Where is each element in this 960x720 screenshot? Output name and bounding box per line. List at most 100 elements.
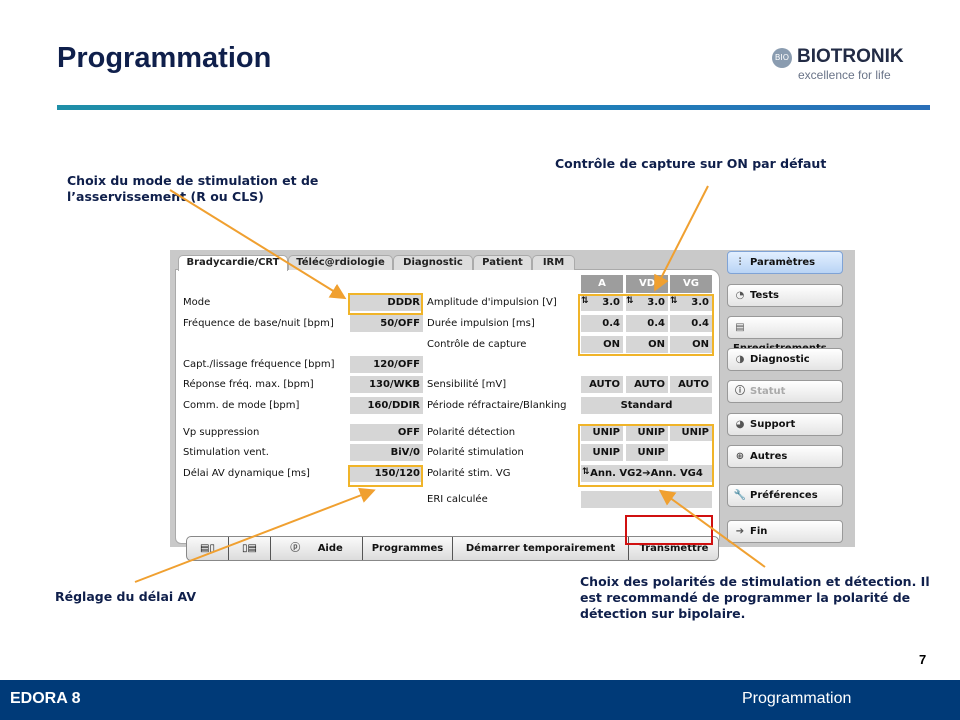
param-value[interactable]: 50/OFF: [350, 315, 423, 332]
annotation-av-delay: Réglage du délai AV: [55, 589, 197, 604]
param-value-a[interactable]: UNIP: [581, 444, 623, 461]
param-label: Polarité détection: [427, 427, 516, 438]
param-label: ERI calculée: [427, 494, 488, 505]
param-value-vd[interactable]: ON: [626, 336, 668, 353]
param-label: Stimulation vent.: [183, 447, 269, 458]
tab-bradycardiecrt[interactable]: Bradycardie/CRT: [178, 255, 288, 271]
nav-tests[interactable]: ◔ Tests: [727, 284, 843, 307]
page-number: 7: [919, 652, 927, 667]
help-button[interactable]: ⓟ Aide: [271, 537, 363, 560]
param-label: Fréquence de base/nuit [bpm]: [183, 318, 334, 329]
annotation-polarity: Choix des polarités de stimulation et dé…: [580, 574, 930, 621]
param-value-a[interactable]: 0.4: [581, 315, 623, 332]
stepper-icon[interactable]: ⇅: [670, 296, 678, 306]
sliders-icon: ⫶: [738, 257, 742, 268]
nav-enregistrements[interactable]: ▤Enregistrements: [727, 316, 843, 354]
param-value-vg[interactable]: AUTO: [670, 376, 712, 393]
param-value-vd[interactable]: UNIP: [626, 424, 668, 441]
param-value-vg[interactable]: UNIP: [670, 424, 712, 441]
param-label: Période réfractaire/Blanking: [427, 400, 567, 411]
plus-icon: ⊕: [735, 451, 745, 462]
nav-fin[interactable]: ➔ Fin: [727, 520, 843, 543]
param-value-a[interactable]: ON: [581, 336, 623, 353]
title-divider: [57, 105, 930, 110]
nav-statut[interactable]: ⓘ Statut: [727, 380, 843, 403]
param-value[interactable]: 160/DDIR: [350, 397, 423, 414]
param-value[interactable]: 150/120: [350, 465, 423, 482]
param-label: Sensibilité [mV]: [427, 379, 507, 390]
stepper-icon[interactable]: ⇅: [626, 296, 634, 306]
param-value[interactable]: Standard: [581, 397, 712, 414]
tab-tlcrdiologie[interactable]: Téléc@rdiologie: [288, 255, 393, 270]
param-label: Mode: [183, 297, 211, 308]
stepper-icon[interactable]: ⇅: [581, 296, 589, 306]
nav-label: Diagnostic: [750, 354, 810, 365]
param-label: Polarité stim. VG: [427, 468, 511, 479]
logo-tagline: excellence for life: [798, 68, 891, 82]
param-value[interactable]: BiV/0: [350, 444, 423, 461]
column-header-vd: VD: [626, 275, 668, 293]
footer-bar: EDORA 8 Programmation: [0, 680, 960, 720]
param-value[interactable]: OFF: [350, 424, 423, 441]
wrench-icon: 🔧: [733, 490, 747, 501]
nav-label: Fin: [750, 526, 768, 537]
nav-support[interactable]: ◕ Support: [727, 413, 843, 436]
programs-button[interactable]: Programmes: [363, 537, 453, 560]
tab-patient[interactable]: Patient: [473, 255, 532, 270]
copy-print-icon[interactable]: ▯▤: [229, 537, 271, 560]
param-label: Polarité stimulation: [427, 447, 524, 458]
param-value-vg[interactable]: 0.4: [670, 315, 712, 332]
nav-label: Paramètres: [750, 257, 816, 268]
nav-autres[interactable]: ⊕ Autres: [727, 445, 843, 468]
param-value[interactable]: [581, 491, 712, 508]
nav-label: Autres: [750, 451, 788, 462]
param-label: Comm. de mode [bpm]: [183, 400, 300, 411]
param-value[interactable]: 130/WKB: [350, 376, 423, 393]
param-label: Durée impulsion [ms]: [427, 318, 535, 329]
footer-section: Programmation: [742, 690, 852, 707]
param-label: Contrôle de capture: [427, 339, 527, 350]
param-label: Capt./lissage fréquence [bpm]: [183, 359, 335, 370]
param-value-a[interactable]: UNIP: [581, 424, 623, 441]
start-temporarily-button[interactable]: Démarrer temporairement: [453, 537, 629, 560]
param-value-vg[interactable]: ON: [670, 336, 712, 353]
help-icon: ⓟ: [290, 543, 301, 554]
footer-product: EDORA 8: [10, 690, 81, 707]
param-value[interactable]: 120/OFF: [350, 356, 423, 373]
support-icon: ◕: [735, 419, 745, 430]
diagnostic-icon: ◑: [735, 354, 745, 365]
param-value-vd[interactable]: AUTO: [626, 376, 668, 393]
print-icon[interactable]: ▤▯: [187, 537, 229, 560]
nav-label: Support: [750, 419, 796, 430]
exit-icon: ➔: [735, 526, 745, 537]
tests-icon: ◔: [735, 290, 745, 301]
nav-paramtres[interactable]: ⫶ Paramètres: [727, 251, 843, 274]
param-value-vd[interactable]: 0.4: [626, 315, 668, 332]
param-label: Délai AV dynamique [ms]: [183, 468, 310, 479]
tab-diagnostic[interactable]: Diagnostic: [393, 255, 473, 270]
logo-name: BIOTRONIK: [797, 46, 904, 67]
annotation-mode: Choix du mode de stimulation et de l’ass…: [67, 173, 319, 204]
parameters-panel: ▤▯ ▯▤ ⓟ Aide Programmes Démarrer tempora…: [175, 269, 720, 561]
stepper-icon[interactable]: ⇅: [582, 467, 590, 477]
param-label: Amplitude d'impulsion [V]: [427, 297, 557, 308]
param-value-a[interactable]: AUTO: [581, 376, 623, 393]
param-value[interactable]: Ann. VG2➔Ann. VG4: [581, 465, 712, 482]
tab-irm[interactable]: IRM: [532, 255, 575, 270]
nav-prfrences[interactable]: 🔧 Préférences: [727, 484, 843, 507]
annotation-capture: Contrôle de capture sur ON par défaut: [555, 156, 827, 171]
logo-mark: BIO: [772, 48, 792, 68]
nav-diagnostic[interactable]: ◑ Diagnostic: [727, 348, 843, 371]
param-value-vd[interactable]: UNIP: [626, 444, 668, 461]
param-label: Réponse fréq. max. [bpm]: [183, 379, 314, 390]
param-value[interactable]: DDDR: [350, 294, 423, 311]
param-label: Vp suppression: [183, 427, 260, 438]
bottom-toolbar: ▤▯ ▯▤ ⓟ Aide Programmes Démarrer tempora…: [186, 536, 719, 561]
nav-label: Tests: [750, 290, 779, 301]
nav-label: Préférences: [750, 490, 818, 501]
help-label: Aide: [317, 543, 343, 554]
nav-label: Statut: [750, 386, 786, 397]
transmit-button[interactable]: Transmettre: [629, 537, 719, 560]
column-header-a: A: [581, 275, 623, 293]
biotronik-logo: BIO BIOTRONIK excellence for life: [772, 46, 932, 86]
